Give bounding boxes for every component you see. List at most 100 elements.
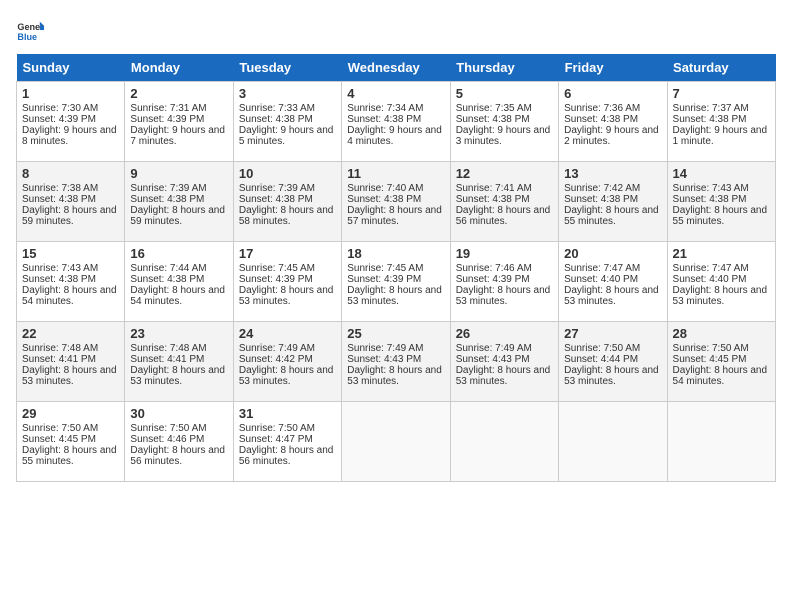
daylight-label: Daylight: 8 hours and 56 minutes.	[456, 205, 551, 227]
sunset-label: Sunset: 4:45 PM	[673, 354, 747, 365]
daylight-label: Daylight: 8 hours and 54 minutes.	[22, 285, 117, 307]
sunset-label: Sunset: 4:38 PM	[130, 194, 204, 205]
day-number: 14	[673, 166, 770, 181]
daylight-label: Daylight: 8 hours and 59 minutes.	[22, 205, 117, 227]
sunset-label: Sunset: 4:38 PM	[564, 194, 638, 205]
daylight-label: Daylight: 8 hours and 53 minutes.	[239, 365, 334, 387]
sunrise-label: Sunrise: 7:41 AM	[456, 183, 532, 194]
day-number: 4	[347, 86, 444, 101]
sunset-label: Sunset: 4:38 PM	[22, 194, 96, 205]
col-header-monday: Monday	[125, 54, 233, 82]
sunrise-label: Sunrise: 7:43 AM	[673, 183, 749, 194]
daylight-label: Daylight: 8 hours and 53 minutes.	[456, 365, 551, 387]
calendar-cell: 17Sunrise: 7:45 AMSunset: 4:39 PMDayligh…	[233, 242, 341, 322]
calendar-cell: 25Sunrise: 7:49 AMSunset: 4:43 PMDayligh…	[342, 322, 450, 402]
sunset-label: Sunset: 4:46 PM	[130, 434, 204, 445]
sunrise-label: Sunrise: 7:45 AM	[347, 263, 423, 274]
logo-icon: General Blue	[16, 16, 44, 44]
sunrise-label: Sunrise: 7:45 AM	[239, 263, 315, 274]
day-number: 6	[564, 86, 661, 101]
day-number: 13	[564, 166, 661, 181]
daylight-label: Daylight: 8 hours and 53 minutes.	[456, 285, 551, 307]
day-number: 21	[673, 246, 770, 261]
calendar-cell: 29Sunrise: 7:50 AMSunset: 4:45 PMDayligh…	[17, 402, 125, 482]
calendar-cell: 14Sunrise: 7:43 AMSunset: 4:38 PMDayligh…	[667, 162, 775, 242]
sunset-label: Sunset: 4:45 PM	[22, 434, 96, 445]
day-number: 20	[564, 246, 661, 261]
daylight-label: Daylight: 8 hours and 59 minutes.	[130, 205, 225, 227]
daylight-label: Daylight: 8 hours and 53 minutes.	[130, 365, 225, 387]
col-header-sunday: Sunday	[17, 54, 125, 82]
daylight-label: Daylight: 8 hours and 58 minutes.	[239, 205, 334, 227]
sunrise-label: Sunrise: 7:42 AM	[564, 183, 640, 194]
sunrise-label: Sunrise: 7:50 AM	[239, 423, 315, 434]
sunset-label: Sunset: 4:38 PM	[456, 194, 530, 205]
day-number: 9	[130, 166, 227, 181]
sunrise-label: Sunrise: 7:47 AM	[673, 263, 749, 274]
calendar-table: SundayMondayTuesdayWednesdayThursdayFrid…	[16, 54, 776, 482]
day-number: 27	[564, 326, 661, 341]
sunrise-label: Sunrise: 7:39 AM	[130, 183, 206, 194]
calendar-cell: 15Sunrise: 7:43 AMSunset: 4:38 PMDayligh…	[17, 242, 125, 322]
sunrise-label: Sunrise: 7:50 AM	[564, 343, 640, 354]
calendar-cell: 2Sunrise: 7:31 AMSunset: 4:39 PMDaylight…	[125, 82, 233, 162]
sunrise-label: Sunrise: 7:47 AM	[564, 263, 640, 274]
daylight-label: Daylight: 9 hours and 2 minutes.	[564, 125, 659, 147]
day-number: 29	[22, 406, 119, 421]
daylight-label: Daylight: 9 hours and 3 minutes.	[456, 125, 551, 147]
sunset-label: Sunset: 4:40 PM	[564, 274, 638, 285]
day-number: 1	[22, 86, 119, 101]
day-number: 17	[239, 246, 336, 261]
sunrise-label: Sunrise: 7:40 AM	[347, 183, 423, 194]
day-number: 11	[347, 166, 444, 181]
daylight-label: Daylight: 9 hours and 7 minutes.	[130, 125, 225, 147]
day-number: 30	[130, 406, 227, 421]
day-number: 8	[22, 166, 119, 181]
daylight-label: Daylight: 8 hours and 55 minutes.	[564, 205, 659, 227]
sunset-label: Sunset: 4:41 PM	[130, 354, 204, 365]
day-number: 10	[239, 166, 336, 181]
col-header-tuesday: Tuesday	[233, 54, 341, 82]
sunset-label: Sunset: 4:47 PM	[239, 434, 313, 445]
day-number: 16	[130, 246, 227, 261]
sunrise-label: Sunrise: 7:49 AM	[456, 343, 532, 354]
daylight-label: Daylight: 8 hours and 55 minutes.	[673, 205, 768, 227]
daylight-label: Daylight: 8 hours and 53 minutes.	[239, 285, 334, 307]
sunrise-label: Sunrise: 7:50 AM	[22, 423, 98, 434]
sunset-label: Sunset: 4:39 PM	[22, 114, 96, 125]
daylight-label: Daylight: 8 hours and 54 minutes.	[130, 285, 225, 307]
day-number: 18	[347, 246, 444, 261]
sunset-label: Sunset: 4:38 PM	[564, 114, 638, 125]
calendar-cell: 19Sunrise: 7:46 AMSunset: 4:39 PMDayligh…	[450, 242, 558, 322]
calendar-cell: 20Sunrise: 7:47 AMSunset: 4:40 PMDayligh…	[559, 242, 667, 322]
day-number: 2	[130, 86, 227, 101]
daylight-label: Daylight: 8 hours and 53 minutes.	[22, 365, 117, 387]
day-number: 5	[456, 86, 553, 101]
sunrise-label: Sunrise: 7:48 AM	[22, 343, 98, 354]
calendar-cell: 31Sunrise: 7:50 AMSunset: 4:47 PMDayligh…	[233, 402, 341, 482]
sunset-label: Sunset: 4:39 PM	[347, 274, 421, 285]
calendar-cell: 9 Sunrise: 7:39 AMSunset: 4:38 PMDaylight…	[125, 162, 233, 242]
sunrise-label: Sunrise: 7:44 AM	[130, 263, 206, 274]
calendar-cell: 23Sunrise: 7:48 AMSunset: 4:41 PMDayligh…	[125, 322, 233, 402]
day-number: 22	[22, 326, 119, 341]
logo: General Blue	[16, 16, 48, 44]
sunrise-label: Sunrise: 7:50 AM	[673, 343, 749, 354]
sunset-label: Sunset: 4:38 PM	[22, 274, 96, 285]
day-number: 31	[239, 406, 336, 421]
sunrise-label: Sunrise: 7:30 AM	[22, 103, 98, 114]
sunrise-label: Sunrise: 7:43 AM	[22, 263, 98, 274]
daylight-label: Daylight: 8 hours and 54 minutes.	[673, 365, 768, 387]
sunrise-label: Sunrise: 7:49 AM	[347, 343, 423, 354]
sunset-label: Sunset: 4:38 PM	[130, 274, 204, 285]
calendar-cell	[342, 402, 450, 482]
day-number: 19	[456, 246, 553, 261]
daylight-label: Daylight: 9 hours and 4 minutes.	[347, 125, 442, 147]
sunrise-label: Sunrise: 7:50 AM	[130, 423, 206, 434]
daylight-label: Daylight: 8 hours and 53 minutes.	[564, 365, 659, 387]
day-number: 12	[456, 166, 553, 181]
calendar-cell: 7Sunrise: 7:37 AMSunset: 4:38 PMDaylight…	[667, 82, 775, 162]
daylight-label: Daylight: 9 hours and 1 minute.	[673, 125, 768, 147]
sunset-label: Sunset: 4:38 PM	[673, 114, 747, 125]
col-header-thursday: Thursday	[450, 54, 558, 82]
